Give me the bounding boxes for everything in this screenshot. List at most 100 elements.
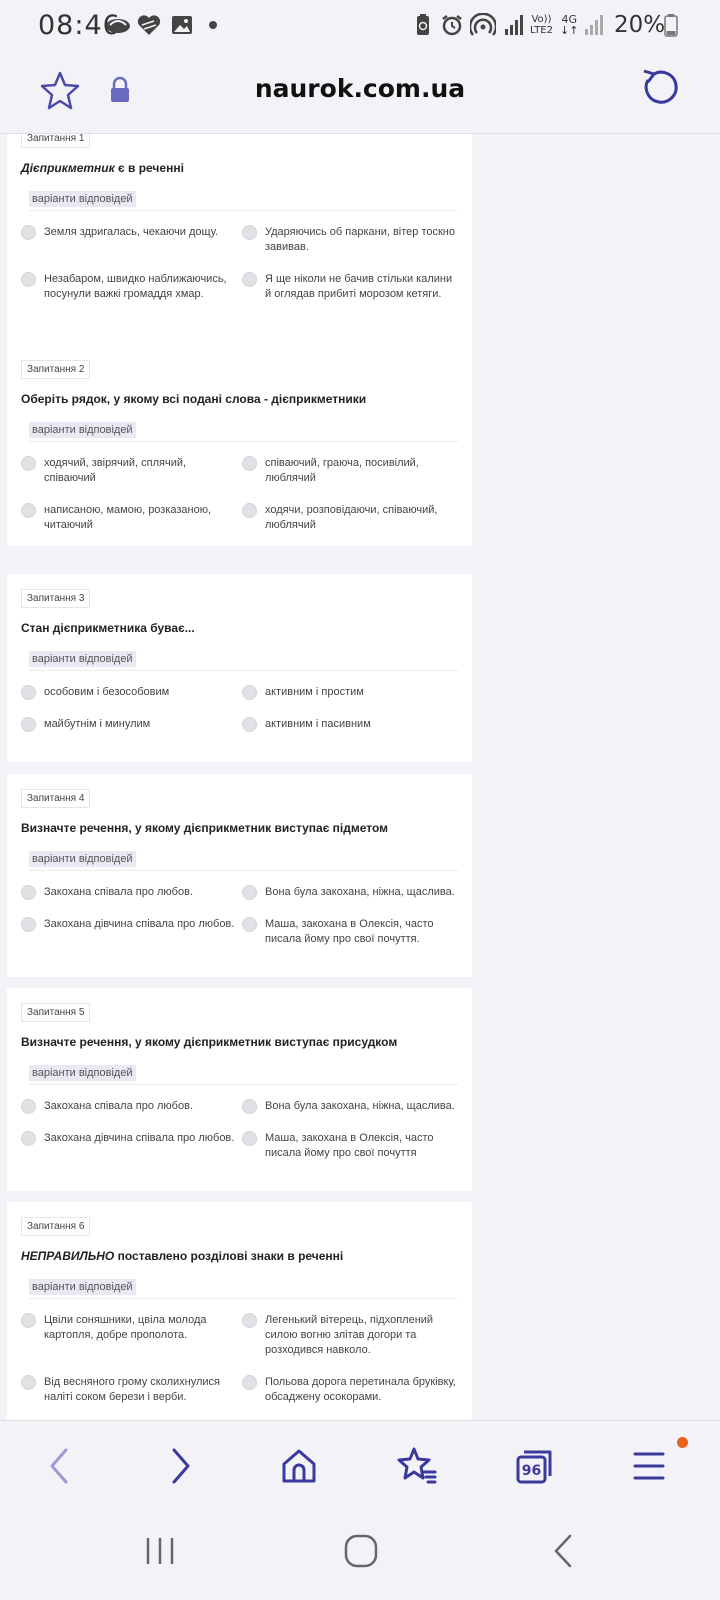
answers-header: варіанти відповідей [29, 1063, 458, 1085]
answer-text: написаною, мамою, розказаною, читаючий [44, 504, 212, 531]
answer-text: активним і простим [265, 686, 364, 698]
answer-options: Земля здригалась, чекаючи дощу. Ударяючи… [21, 225, 458, 319]
answer-options: Цвіли соняшники, цвіла молода картопля, … [21, 1313, 458, 1420]
radio-button[interactable] [242, 503, 257, 518]
answer-option[interactable]: Незабаром, швидко наближаючись, посунули… [21, 272, 242, 302]
answer-text: Маша, закохана в Олексія, часто писала й… [265, 1132, 434, 1159]
tabs-button[interactable]: 96 [510, 1441, 560, 1491]
radio-button[interactable] [21, 456, 36, 471]
answer-option[interactable]: Вона була закохана, ніжна, щаслива. [242, 885, 463, 900]
answers-label: варіанти відповідей [29, 422, 136, 438]
answer-text: активним і пасивним [265, 718, 371, 730]
back-system-icon[interactable] [548, 1532, 578, 1570]
answer-option[interactable]: співаючий, граюча, посивілий, люблячий [242, 456, 463, 486]
question-title: Дієприкметник є в реченні [21, 160, 458, 176]
question-number-badge: Запитання 2 [21, 360, 91, 379]
radio-button[interactable] [21, 1131, 36, 1146]
radio-button[interactable] [242, 685, 257, 700]
home-button[interactable] [274, 1441, 324, 1491]
question-card-2: Запитання 2 Оберіть рядок, у якому всі п… [7, 345, 472, 546]
radio-button[interactable] [242, 1099, 257, 1114]
answer-option[interactable]: Закохана дівчина співала про любов. [21, 1131, 242, 1161]
radio-button[interactable] [242, 456, 257, 471]
answers-label: варіанти відповідей [29, 851, 136, 867]
forward-button[interactable] [156, 1441, 206, 1491]
question-title-emphasis: Дієприкметник [21, 161, 115, 175]
battery-icon [664, 14, 678, 37]
question-title: Визначте речення, у якому дієприкметник … [21, 820, 458, 836]
radio-button[interactable] [242, 272, 257, 287]
question-number-badge: Запитання 1 [21, 134, 91, 148]
radio-button[interactable] [242, 225, 257, 240]
answer-option[interactable]: Я ще ніколи не бачив стільки калини й ог… [242, 272, 463, 302]
answer-option[interactable]: активним і простим [242, 685, 463, 700]
answer-option[interactable]: Маша, закохана в Олексія, часто писала й… [242, 1131, 463, 1161]
answer-option[interactable]: ходячи, розповідаючи, співаючий, люблячи… [242, 503, 463, 533]
question-title: Оберіть рядок, у якому всі подані слова … [21, 391, 458, 407]
answer-option[interactable]: особовим і безособовим [21, 685, 242, 700]
radio-button[interactable] [21, 1313, 36, 1328]
radio-button[interactable] [242, 1375, 257, 1390]
answer-text: ходячи, розповідаючи, співаючий, люблячи… [265, 504, 438, 531]
answer-option[interactable]: активним і пасивним [242, 717, 463, 732]
answer-option[interactable]: Цвіли соняшники, цвіла молода картопля, … [21, 1313, 242, 1358]
radio-button[interactable] [21, 272, 36, 287]
radio-button[interactable] [21, 1099, 36, 1114]
answer-option[interactable]: майбутнім і минулим [21, 717, 242, 732]
answer-option[interactable]: Вона була закохана, ніжна, щаслива. [242, 1099, 463, 1114]
answer-text: Вона була закохана, ніжна, щаслива. [265, 886, 455, 898]
answer-option[interactable]: Польова дорога перетинала бруківку, обса… [242, 1375, 463, 1405]
radio-button[interactable] [242, 1313, 257, 1328]
answer-text: ходячий, звірячий, сплячий, співаючий [44, 457, 187, 484]
radio-button[interactable] [21, 1375, 36, 1390]
gallery-icon [172, 16, 192, 34]
answer-text: Вона була закохана, ніжна, щаслива. [265, 1100, 455, 1112]
answer-option[interactable]: ходячий, звірячий, сплячий, співаючий [21, 456, 242, 486]
bookmarks-icon [397, 1447, 437, 1484]
answer-option[interactable]: Легенький вітерець, підхоплений силою во… [242, 1313, 463, 1358]
radio-button[interactable] [21, 685, 36, 700]
answer-option[interactable]: Закохана співала про любов. [21, 1099, 242, 1114]
answer-text: Закохана співала про любов. [44, 1100, 193, 1112]
answer-option[interactable]: Земля здригалась, чекаючи дощу. [21, 225, 242, 255]
question-title-text: є в реченні [114, 161, 184, 175]
back-button[interactable] [34, 1441, 84, 1491]
volte-label: Vo)) [531, 14, 552, 25]
answer-options: ходячий, звірячий, сплячий, співаючий сп… [21, 456, 458, 550]
radio-button[interactable] [21, 917, 36, 932]
question-number-badge: Запитання 5 [21, 1003, 91, 1022]
answer-option[interactable]: Від весняного грому сколихнулися наліті … [21, 1375, 242, 1405]
answer-text: Закохана дівчина співала про любов. [44, 918, 235, 930]
answers-header: варіанти відповідей [29, 1277, 458, 1299]
answer-option[interactable]: написаною, мамою, розказаною, читаючий [21, 503, 242, 533]
radio-button[interactable] [242, 1131, 257, 1146]
answer-option[interactable]: Закохана дівчина співала про любов. [21, 917, 242, 947]
answer-option[interactable]: Ударяючись об паркани, вітер тоскно зави… [242, 225, 463, 255]
radio-button[interactable] [242, 885, 257, 900]
radio-button[interactable] [242, 717, 257, 732]
home-system-icon[interactable] [342, 1532, 380, 1570]
radio-button[interactable] [21, 885, 36, 900]
bookmarks-button[interactable] [392, 1441, 442, 1491]
menu-button[interactable] [624, 1441, 674, 1491]
data-arrows-icon: ↓↑ [560, 24, 579, 37]
answer-option[interactable]: Маша, закохана в Олексія, часто писала й… [242, 917, 463, 947]
recent-apps-icon[interactable] [143, 1534, 177, 1568]
answer-text: особовим і безособовим [44, 686, 170, 698]
reload-icon[interactable] [640, 68, 680, 108]
radio-button[interactable] [21, 225, 36, 240]
question-card-5: Запитання 5 Визначте речення, у якому ді… [7, 988, 472, 1191]
question-number-badge: Запитання 3 [21, 589, 91, 608]
answer-option[interactable]: Закохана співала про любов. [21, 885, 242, 900]
radio-button[interactable] [242, 917, 257, 932]
back-arrow-icon [50, 1448, 68, 1484]
question-number-badge: Запитання 4 [21, 789, 91, 808]
answer-text: Земля здригалась, чекаючи дощу. [44, 226, 219, 238]
answers-label: варіанти відповідей [29, 1065, 136, 1081]
radio-button[interactable] [21, 717, 36, 732]
url-bar[interactable]: naurok.com.ua [0, 74, 720, 103]
answer-text: Закохана дівчина співала про любов. [44, 1132, 235, 1144]
question-title: Стан дієприкметника буває... [21, 620, 458, 636]
radio-button[interactable] [21, 503, 36, 518]
question-title-text: Стан дієприкметника буває... [21, 621, 195, 635]
